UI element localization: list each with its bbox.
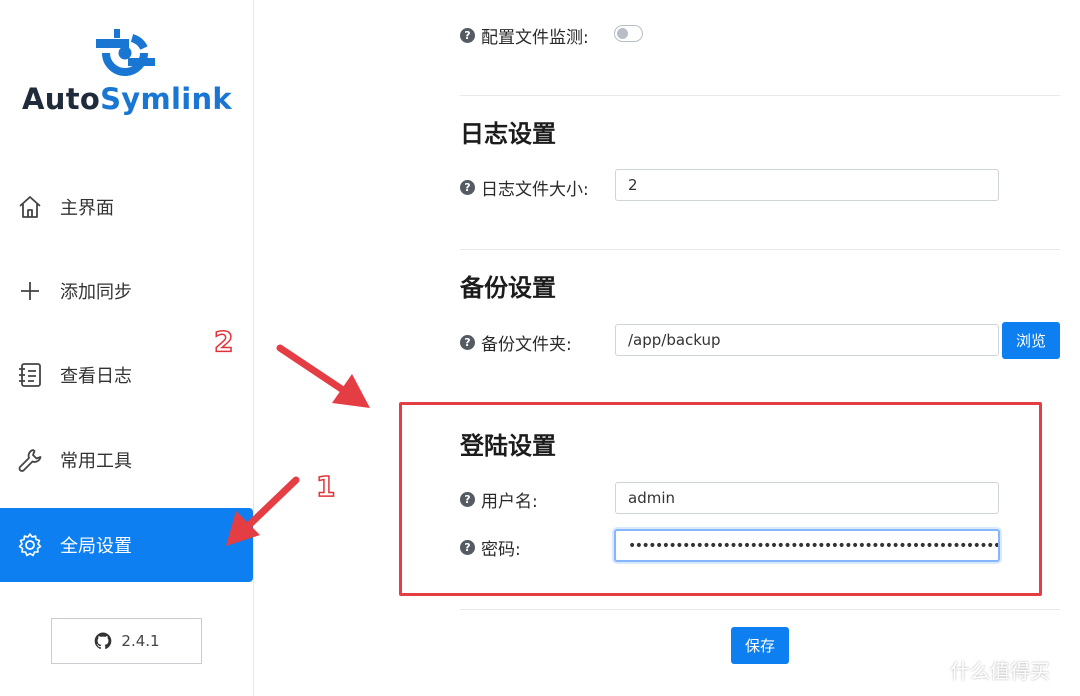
backup-settings-title: 备份设置 [460, 274, 556, 302]
sidebar-item-global-settings[interactable]: 全局设置 [0, 508, 253, 582]
log-settings-title: 日志设置 [460, 120, 556, 148]
gear-icon [16, 531, 44, 559]
backup-folder-input[interactable]: /app/backup [615, 324, 999, 356]
sidebar-item-tools[interactable]: 常用工具 [0, 423, 253, 497]
log-size-label: ? 日志文件大小: [460, 175, 589, 200]
sidebar-item-label: 查看日志 [60, 366, 132, 387]
logo-text-symlink: Symlink [100, 82, 232, 116]
sidebar-item-add-sync[interactable]: 添加同步 [0, 254, 253, 328]
version-label: 2.4.1 [121, 632, 160, 650]
toggle-knob [617, 28, 628, 39]
divider [460, 249, 1060, 250]
sidebar-item-home[interactable]: 主界面 [0, 170, 253, 244]
github-version-button[interactable]: 2.4.1 [51, 618, 202, 664]
step-2-label: 2 [213, 324, 234, 359]
app-logo[interactable]: AutoSymlink [0, 26, 254, 126]
step-1-label: 1 [315, 469, 336, 504]
browse-button[interactable]: 浏览 [1002, 322, 1060, 359]
divider [460, 95, 1060, 96]
backup-folder-label: ? 备份文件夹: [460, 330, 572, 355]
config-watch-toggle[interactable] [614, 25, 643, 42]
divider [460, 609, 1060, 610]
home-icon [16, 193, 44, 221]
highlight-box [399, 402, 1042, 596]
help-icon[interactable]: ? [460, 335, 475, 350]
config-watch-label: ? 配置文件监测: [460, 23, 589, 48]
help-icon[interactable]: ? [460, 180, 475, 195]
log-size-input[interactable]: 2 [615, 169, 999, 201]
wrench-icon [16, 446, 44, 474]
save-button[interactable]: 保存 [731, 627, 789, 664]
watermark-logo-icon: 值 [912, 654, 942, 684]
sidebar-item-label: 添加同步 [60, 282, 132, 303]
sidebar-item-label: 全局设置 [60, 536, 132, 557]
plus-icon [16, 277, 44, 305]
notebook-icon [16, 361, 44, 389]
watermark-text: 什么值得买 [950, 658, 1050, 683]
logo-text-auto: Auto [22, 82, 101, 116]
logo-text: AutoSymlink [0, 82, 254, 116]
sidebar-item-label: 主界面 [60, 198, 114, 219]
help-icon[interactable]: ? [460, 28, 475, 43]
sidebar-item-label: 常用工具 [60, 451, 132, 472]
site-watermark: 值 什么值得买 [912, 654, 1050, 684]
github-icon [95, 632, 112, 649]
logo-mark-icon [96, 29, 155, 76]
